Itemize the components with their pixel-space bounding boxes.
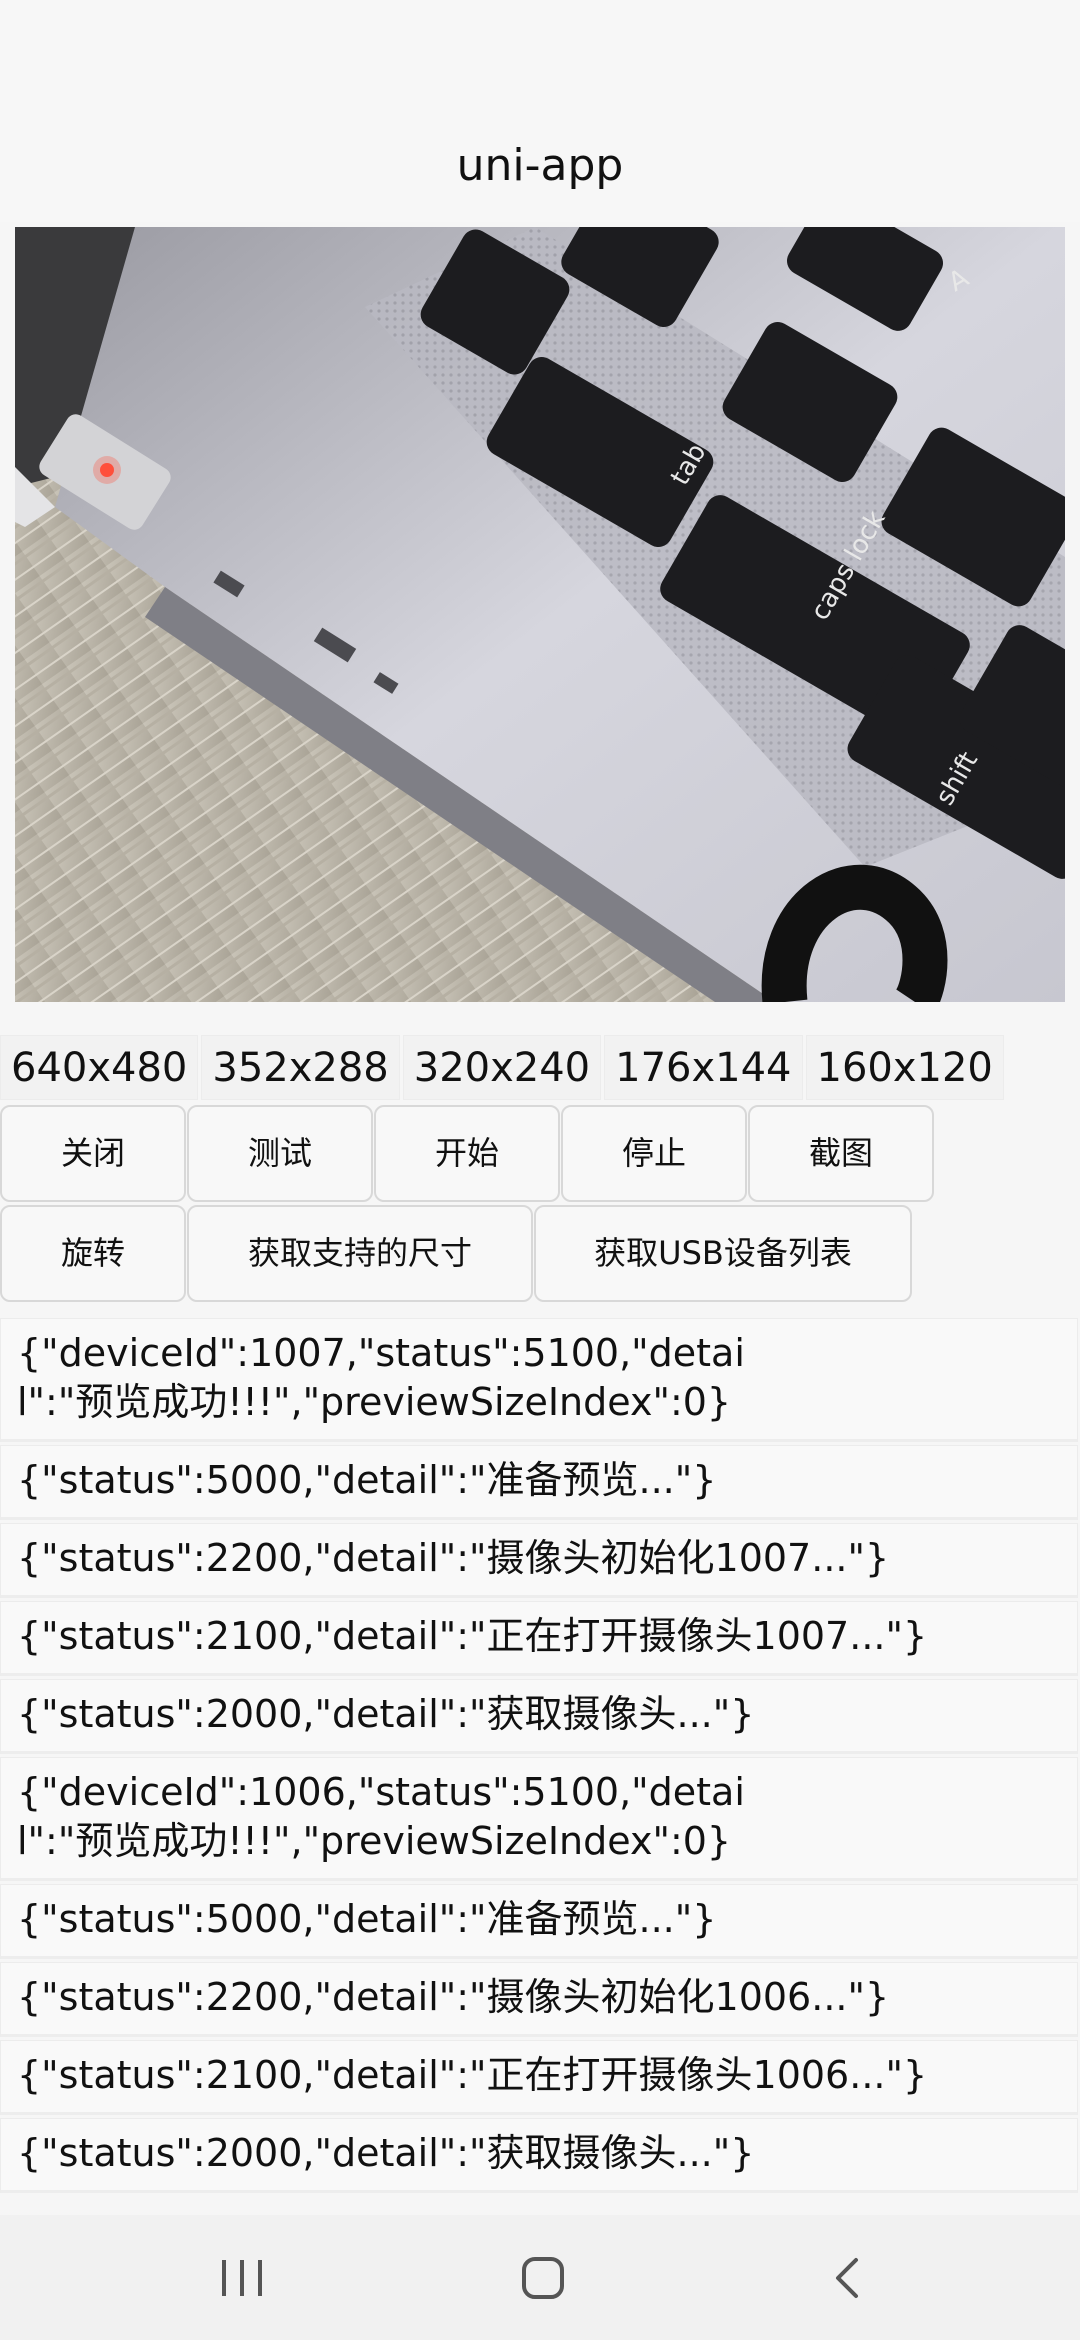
log-item: {"status":5000,"detail":"准备预览..."} — [0, 1445, 1078, 1520]
back-icon — [836, 2257, 858, 2298]
log-item: {"deviceId":1006,"status":5100,"detail":… — [0, 1757, 1078, 1881]
camera-preview-image: tab caps lock shift A — [15, 227, 1065, 1002]
screenshot-button[interactable]: 截图 — [748, 1105, 934, 1202]
resolution-160x120[interactable]: 160x120 — [805, 1035, 1004, 1100]
log-item: {"status":2100,"detail":"正在打开摄像头1007..."… — [0, 1601, 1078, 1676]
log-item: {"status":2200,"detail":"摄像头初始化1006..."} — [0, 1962, 1078, 2037]
stop-button[interactable]: 停止 — [561, 1105, 747, 1202]
log-item: {"status":2000,"detail":"获取摄像头..."} — [0, 2118, 1078, 2193]
log-item: {"status":5000,"detail":"准备预览..."} — [0, 1884, 1078, 1959]
recent-apps-button[interactable] — [162, 2215, 322, 2340]
back-button[interactable] — [767, 2215, 927, 2340]
resolution-320x240[interactable]: 320x240 — [402, 1035, 602, 1100]
status-log-list: {"deviceId":1007,"status":5100,"detail":… — [0, 1318, 1080, 2218]
resolution-640x480[interactable]: 640x480 — [0, 1035, 199, 1100]
log-item: {"deviceId":1007,"status":5100,"detail":… — [0, 1318, 1078, 1442]
log-item: {"status":2100,"detail":"正在打开摄像头1006..."… — [0, 2040, 1078, 2115]
home-icon — [522, 2256, 564, 2299]
log-item: {"status":2000,"detail":"获取摄像头..."} — [0, 1679, 1078, 1754]
rotate-button[interactable]: 旋转 — [0, 1205, 186, 1302]
log-item: {"status":2200,"detail":"摄像头初始化1007..."} — [0, 1523, 1078, 1598]
navigation-bar — [0, 2215, 1080, 2340]
app-root: uni-app tab caps lock shift A 640x480 35… — [0, 0, 1080, 2340]
test-button[interactable]: 测试 — [187, 1105, 373, 1202]
start-button[interactable]: 开始 — [374, 1105, 560, 1202]
resolution-352x288[interactable]: 352x288 — [201, 1035, 400, 1100]
close-button[interactable]: 关闭 — [0, 1105, 186, 1202]
get-supported-sizes-button[interactable]: 获取支持的尺寸 — [187, 1205, 533, 1302]
home-button[interactable] — [463, 2215, 623, 2340]
page-title: uni-app — [456, 140, 624, 191]
recent-apps-icon — [222, 2259, 262, 2296]
resolution-176x144[interactable]: 176x144 — [604, 1035, 803, 1100]
get-usb-device-list-button[interactable]: 获取USB设备列表 — [534, 1205, 912, 1302]
camera-preview: tab caps lock shift A — [15, 227, 1065, 1002]
title-bar: uni-app — [0, 0, 1080, 222]
resolution-selector: 640x480 352x288 320x240 176x144 160x120 — [0, 1035, 1007, 1100]
